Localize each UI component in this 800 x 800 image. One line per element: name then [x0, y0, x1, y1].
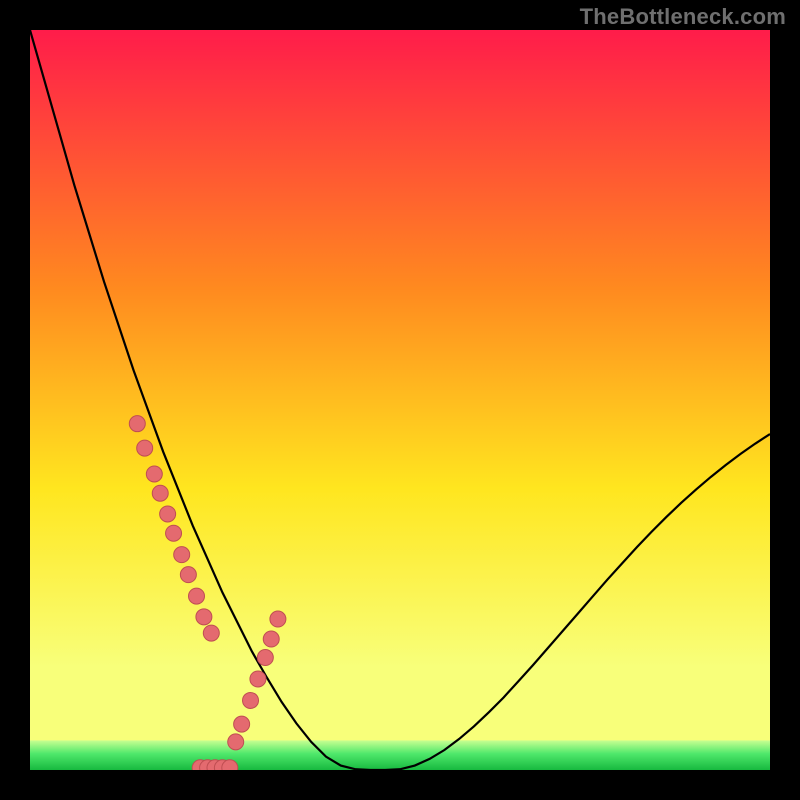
marker-point	[234, 716, 250, 732]
plot-area	[30, 30, 770, 770]
marker-point	[174, 547, 190, 563]
chart-svg	[30, 30, 770, 770]
marker-point	[263, 631, 279, 647]
gradient-background	[30, 30, 770, 770]
marker-point	[166, 525, 182, 541]
marker-point	[250, 671, 266, 687]
marker-point	[180, 567, 196, 583]
marker-point	[189, 588, 205, 604]
marker-point	[152, 485, 168, 501]
watermark-text: TheBottleneck.com	[580, 4, 786, 30]
marker-point	[243, 692, 259, 708]
marker-point	[146, 466, 162, 482]
marker-point	[203, 625, 219, 641]
marker-point	[196, 609, 212, 625]
marker-point	[129, 416, 145, 432]
chart-frame: TheBottleneck.com	[0, 0, 800, 800]
green-zone-band	[30, 740, 770, 770]
marker-point	[137, 440, 153, 456]
marker-point	[228, 734, 244, 750]
marker-point	[160, 506, 176, 522]
marker-point	[270, 611, 286, 627]
marker-point	[257, 650, 273, 666]
